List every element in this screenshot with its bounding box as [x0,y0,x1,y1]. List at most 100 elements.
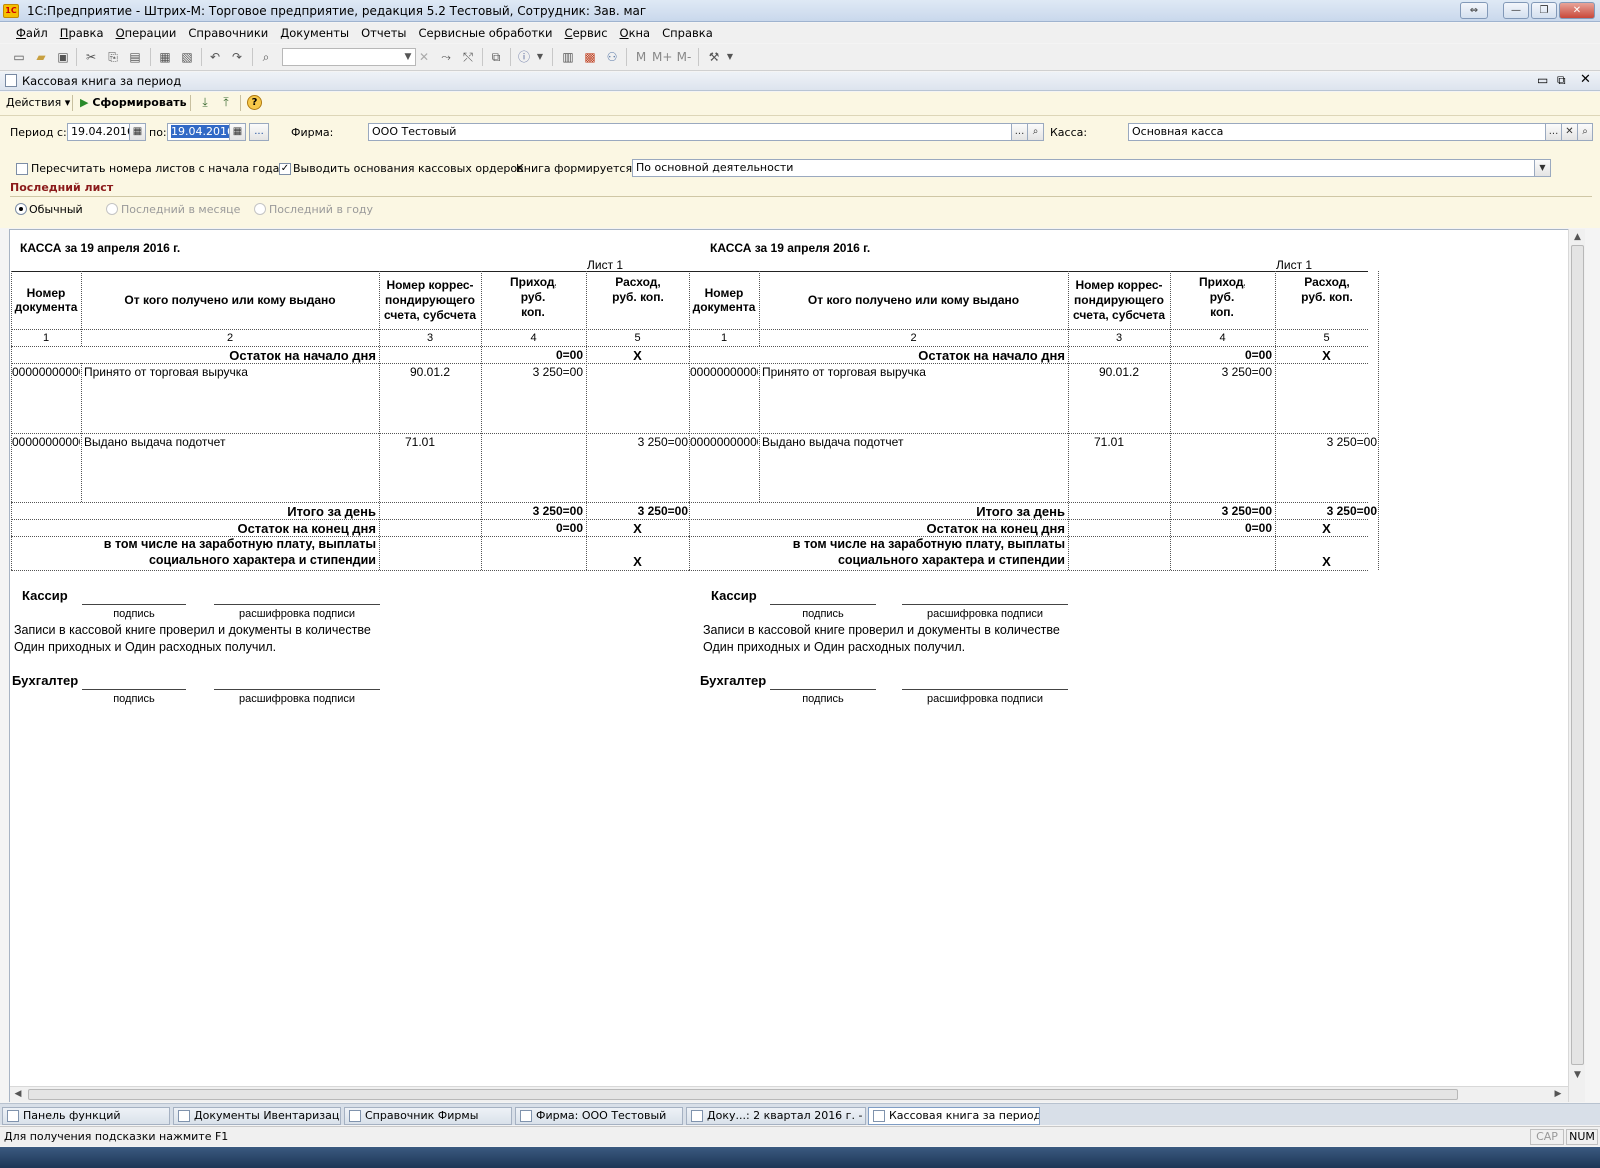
day-total-label: Итого за день [976,504,1065,519]
task-documents-q2[interactable]: Доку...: 2 квартал 2016 г. - ... [686,1107,866,1125]
menu-edit[interactable]: Правка [54,26,110,40]
copy-icon[interactable]: ⎘ [105,49,121,65]
accountant-label: Бухгалтер [12,673,79,688]
vertical-scrollbar[interactable]: ▲ ▼ [1568,229,1585,1102]
firm-select-button[interactable]: ... [1011,123,1028,141]
task-firm-item[interactable]: Фирма: ООО Тестовый [515,1107,683,1125]
users-icon[interactable]: ⚇ [604,49,620,65]
undo-icon[interactable]: ↶ [207,49,223,65]
print-preview-icon[interactable]: ▧ [179,49,195,65]
kassa-select-button[interactable]: ... [1545,123,1562,141]
find-icon[interactable]: ⌕ [258,49,274,65]
colnum: 2 [226,332,234,344]
task-functions-panel[interactable]: Панель функций [2,1107,170,1125]
calculator-icon[interactable]: ▥ [560,49,576,65]
document-window-header: Кассовая книга за период ▭ ⧉ ✕ [0,72,1600,91]
scroll-left-icon[interactable]: ◀ [10,1087,26,1102]
clear-icon[interactable]: ✕ [416,49,432,65]
radio-normal[interactable] [15,203,27,215]
close-button[interactable]: ✕ [1559,2,1595,19]
menu-help[interactable]: Справка [656,26,719,40]
menu-operations[interactable]: Операции [110,26,183,40]
header-income: Приход, руб. коп. [1199,275,1245,319]
firm-input[interactable]: ООО Тестовый [368,123,1012,141]
doc-minimize-icon[interactable]: ▭ [1537,73,1548,87]
memory-plus-button[interactable]: M+ [652,49,672,65]
generate-button[interactable]: ▶ Сформировать [80,96,187,109]
caps-lock-indicator: CAP [1530,1129,1564,1145]
period-to-input[interactable]: 19.04.2016 [167,123,230,141]
dropdown-arrow-icon[interactable]: ▼ [400,49,416,65]
minimize-button[interactable]: — [1503,2,1529,19]
redo-icon[interactable]: ↷ [229,49,245,65]
row1-income: 3 250=00 [532,365,583,379]
task-cash-book[interactable]: Кассовая книга за период [868,1107,1040,1125]
report-spreadsheet[interactable]: КАССА за 19 апреля 2016 г. Лист 1 Номер … [9,229,1578,1102]
restore-size-icon[interactable]: ⇔ [1460,2,1488,19]
scroll-down-icon[interactable]: ▼ [1570,1067,1585,1083]
vertical-scroll-thumb[interactable] [1571,245,1584,1065]
colnum: 3 [426,332,434,344]
menu-service-processing[interactable]: Сервисные обработки [413,26,559,40]
row2-acct: 71.01 [1093,435,1125,449]
period-select-button[interactable]: ... [249,123,269,141]
book-dropdown-icon[interactable]: ▼ [1534,159,1551,177]
tools-dropdown-icon[interactable]: ▼ [722,49,738,65]
export-icon[interactable]: ⤓ [197,94,213,110]
calendar-from-icon[interactable]: ▦ [129,123,146,141]
kassa-search-icon[interactable]: ⌕ [1577,123,1593,141]
info-icon[interactable]: ⓘ [516,49,532,65]
menu-file[interactable]: Файл [10,26,54,40]
menu-catalogs[interactable]: Справочники [182,26,274,40]
find-prev-icon[interactable]: ⤲ [460,49,476,65]
horizontal-scroll-thumb[interactable] [28,1089,1458,1100]
print-icon[interactable]: ▦ [157,49,173,65]
kassa-clear-icon[interactable]: ✕ [1561,123,1578,141]
scroll-up-icon[interactable]: ▲ [1570,229,1585,245]
document-title: Кассовая книга за период [22,74,182,88]
calendar-icon[interactable]: ▩ [582,49,598,65]
save-icon[interactable]: ▣ [55,49,71,65]
doc-close-icon[interactable]: ✕ [1580,72,1591,87]
paste-icon[interactable]: ▤ [127,49,143,65]
radio-last-year[interactable] [254,203,266,215]
import-icon[interactable]: ⤒ [218,94,234,110]
scroll-right-icon[interactable]: ▶ [1550,1087,1566,1102]
menu-reports[interactable]: Отчеты [355,26,412,40]
panel-icon [7,1110,19,1122]
radio-last-month[interactable] [106,203,118,215]
info-dropdown-icon[interactable]: ▼ [532,49,548,65]
task-inventory-docs[interactable]: Документы Ивентаризация [173,1107,341,1125]
menu-service[interactable]: Сервис [559,26,614,40]
reasons-checkbox[interactable]: ✓ [279,163,291,175]
cashier-decode-caption: расшифровка подписи [926,608,1044,620]
actions-menu[interactable]: Действия ▾ [6,96,70,109]
firm-search-icon[interactable]: ⌕ [1027,123,1044,141]
document-icon [178,1110,190,1122]
windows-icon[interactable]: ⧉ [488,49,504,65]
colnum: 4 [530,332,537,344]
open-folder-icon[interactable]: ▰ [33,49,49,65]
calendar-to-icon[interactable]: ▦ [229,123,246,141]
new-doc-icon[interactable]: ▭ [11,49,27,65]
tools-icon[interactable]: ⚒ [706,49,722,65]
help-icon[interactable]: ? [247,95,262,110]
play-icon: ▶ [80,96,89,109]
maximize-button[interactable]: ❐ [1531,2,1557,19]
recalc-checkbox[interactable] [16,163,28,175]
horizontal-scrollbar[interactable]: ◀ ▶ [10,1086,1568,1102]
cut-icon[interactable]: ✂ [83,49,99,65]
period-from-input[interactable]: 19.04.2016 [67,123,130,141]
kassa-input[interactable]: Основная касса [1128,123,1546,141]
menu-documents[interactable]: Документы [274,26,355,40]
memory-minus-button[interactable]: M- [674,49,694,65]
book-select[interactable]: По основной деятельности [632,159,1535,177]
checked-line-2: Один приходных и Один расходных получил. [14,640,277,654]
doc-restore-icon[interactable]: ⧉ [1557,73,1566,88]
cashier-decode-caption: расшифровка подписи [238,608,356,620]
search-combo[interactable] [282,48,416,66]
find-next-icon[interactable]: ⤳ [438,49,454,65]
menu-windows[interactable]: Окна [614,26,657,40]
task-firms-catalog[interactable]: Справочник Фирмы [344,1107,512,1125]
memory-m-button[interactable]: M [633,49,649,65]
